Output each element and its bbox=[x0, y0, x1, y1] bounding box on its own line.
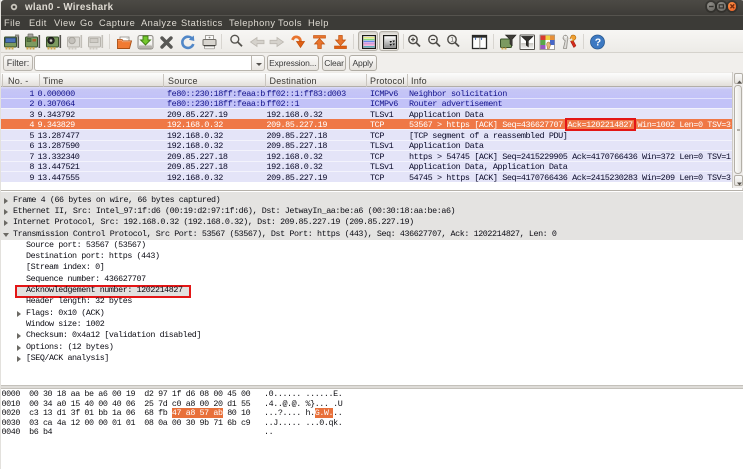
svg-text:?: ? bbox=[595, 36, 601, 48]
